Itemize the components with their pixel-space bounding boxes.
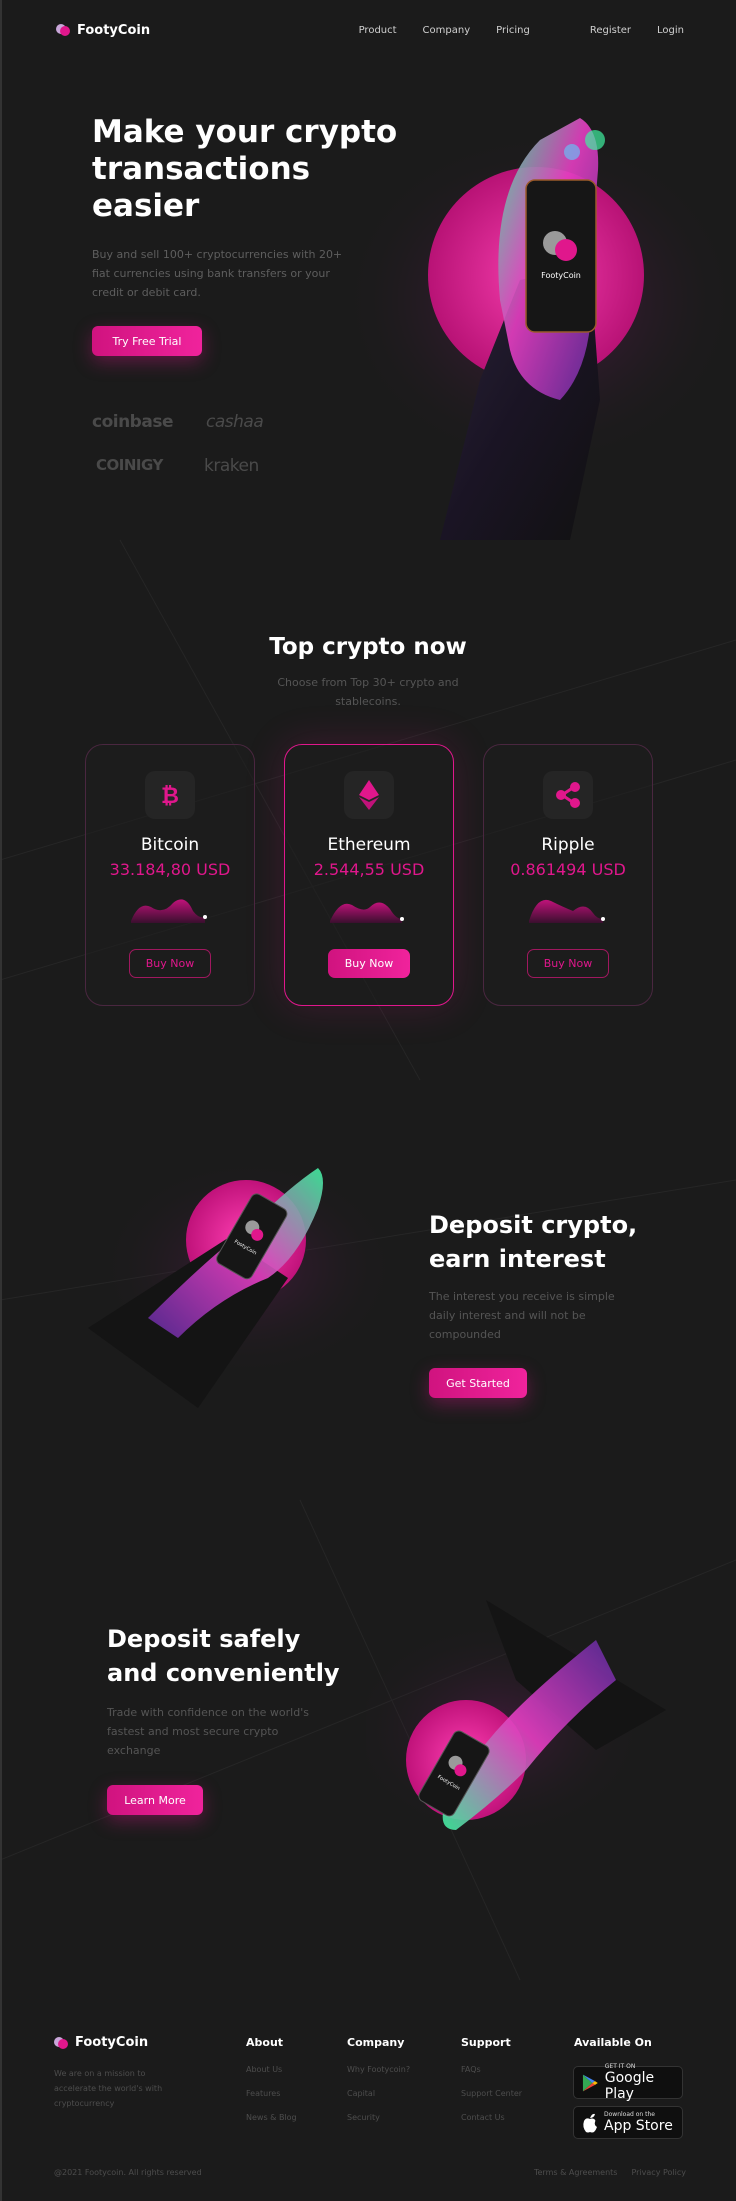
crypto-card-bitcoin[interactable]: ₿ Bitcoin 33.184,80 USD Buy Now bbox=[85, 744, 255, 1006]
buy-now-button[interactable]: Buy Now bbox=[328, 949, 410, 978]
nav-link-company[interactable]: Company bbox=[423, 25, 471, 36]
coin-price: 0.861494 USD bbox=[510, 860, 626, 879]
footer-column-title: Company bbox=[347, 2036, 405, 2049]
top-crypto-title: Top crypto now bbox=[269, 634, 467, 660]
price-sparkline bbox=[131, 899, 207, 923]
google-play-icon bbox=[582, 2074, 598, 2091]
footer-column-about: About About Us Features News & Blog bbox=[246, 2036, 297, 2137]
app-store-button[interactable]: Download on the App Store bbox=[573, 2106, 683, 2139]
deposit-crypto-subtitle: The interest you receive is simple daily… bbox=[429, 1290, 615, 1341]
hero-illustration: FootyCoin bbox=[350, 118, 736, 540]
coin-price: 33.184,80 USD bbox=[109, 860, 231, 879]
ethereum-icon bbox=[344, 771, 394, 819]
footer-column-title: Support bbox=[461, 2036, 511, 2049]
deposit-safely-illustration: FootyCoin bbox=[366, 1600, 666, 1840]
svg-text:₿: ₿ bbox=[161, 784, 179, 808]
privacy-policy-link[interactable]: Privacy Policy bbox=[631, 2168, 686, 2177]
hero-phone-label: FootyCoin bbox=[541, 271, 581, 280]
nav-links: Product Company Pricing Register Login bbox=[359, 25, 684, 36]
crypto-card-ethereum[interactable]: Ethereum 2.544,55 USD Buy Now bbox=[284, 744, 454, 1006]
terms-link[interactable]: Terms & Agreements bbox=[534, 2168, 617, 2177]
nav-link-register[interactable]: Register bbox=[590, 25, 631, 36]
hero-subtitle: Buy and sell 100+ cryptocurrencies with … bbox=[92, 248, 343, 299]
partner-cashaa: cashaa bbox=[206, 412, 264, 432]
get-started-button[interactable]: Get Started bbox=[429, 1368, 527, 1398]
footer-link[interactable]: Security bbox=[347, 2113, 410, 2122]
coin-name: Bitcoin bbox=[140, 835, 200, 855]
coin-name: Ethereum bbox=[327, 835, 411, 855]
footer-link[interactable]: Capital bbox=[347, 2089, 410, 2098]
footer-tagline: We are on a mission to accelerate the wo… bbox=[54, 2069, 163, 2108]
google-play-button[interactable]: GET IT ON Google Play bbox=[573, 2063, 683, 2102]
available-on-title: Available On bbox=[574, 2036, 652, 2049]
top-nav: FootyCoin Product Company Pricing Regist… bbox=[56, 18, 684, 42]
footer-link[interactable]: News & Blog bbox=[246, 2113, 297, 2122]
deposit-safely-subtitle: Trade with confidence on the world's fas… bbox=[107, 1706, 309, 1757]
crypto-card-ripple[interactable]: Ripple 0.861494 USD Buy Now bbox=[483, 744, 653, 1006]
footer-column-support: Support FAQs Support Center Contact Us bbox=[461, 2036, 522, 2137]
bitcoin-icon: ₿ bbox=[145, 771, 195, 819]
store-name: App Store bbox=[604, 2118, 673, 2134]
brand-name: FootyCoin bbox=[77, 22, 151, 38]
logo-icon bbox=[56, 24, 70, 36]
logo-icon bbox=[54, 2036, 68, 2049]
nav-link-login[interactable]: Login bbox=[657, 25, 684, 36]
footer-link[interactable]: Contact Us bbox=[461, 2113, 522, 2122]
footer-column-title: About bbox=[246, 2036, 284, 2049]
footer-brand-name: FootyCoin bbox=[75, 2035, 149, 2050]
coin-price: 2.544,55 USD bbox=[313, 860, 425, 879]
brand-logo[interactable]: FootyCoin bbox=[56, 23, 150, 38]
nav-link-product[interactable]: Product bbox=[359, 25, 397, 36]
footer-column-company: Company Why Footycoin? Capital Security bbox=[347, 2036, 410, 2137]
footer-link[interactable]: FAQs bbox=[461, 2065, 522, 2074]
footer-brand-logo[interactable]: FootyCoin bbox=[54, 2035, 148, 2050]
store-caption: GET IT ON bbox=[604, 2063, 636, 2070]
buy-now-button[interactable]: Buy Now bbox=[527, 949, 609, 978]
store-name: Google Play bbox=[604, 2070, 655, 2102]
page: FootyCoin Product Company Pricing Regist… bbox=[0, 0, 736, 2201]
copyright-text: @2021 Footycoin. All rights reserved bbox=[54, 2168, 202, 2177]
footer-available-on: Available On bbox=[574, 2036, 652, 2065]
partner-kraken: kraken bbox=[204, 456, 259, 476]
footer-link[interactable]: Features bbox=[246, 2089, 297, 2098]
footer-link[interactable]: About Us bbox=[246, 2065, 297, 2074]
deposit-crypto-title: Deposit crypto, earn interest bbox=[429, 1211, 638, 1273]
learn-more-button[interactable]: Learn More bbox=[107, 1785, 203, 1815]
footer-link[interactable]: Support Center bbox=[461, 2089, 522, 2098]
footer-link[interactable]: Why Footycoin? bbox=[347, 2065, 410, 2074]
price-sparkline bbox=[529, 899, 605, 923]
deposit-safely-title: Deposit safely and conveniently bbox=[107, 1625, 340, 1687]
top-crypto-subtitle: Choose from Top 30+ crypto and stablecoi… bbox=[277, 676, 459, 708]
ripple-icon bbox=[543, 771, 593, 819]
nav-link-pricing[interactable]: Pricing bbox=[496, 25, 530, 36]
apple-icon bbox=[583, 2113, 597, 2132]
buy-now-button[interactable]: Buy Now bbox=[129, 949, 211, 978]
try-free-trial-button[interactable]: Try Free Trial bbox=[92, 326, 202, 356]
legal-links: Terms & Agreements Privacy Policy bbox=[534, 2168, 686, 2177]
price-sparkline bbox=[330, 902, 404, 923]
store-caption: Download on the bbox=[604, 2111, 655, 2118]
partner-coinigy: COINIGY bbox=[96, 456, 163, 474]
coin-name: Ripple bbox=[541, 835, 595, 855]
deposit-crypto-illustration: FootyCoin bbox=[88, 1158, 388, 1408]
partner-coinbase: coinbase bbox=[92, 412, 173, 432]
